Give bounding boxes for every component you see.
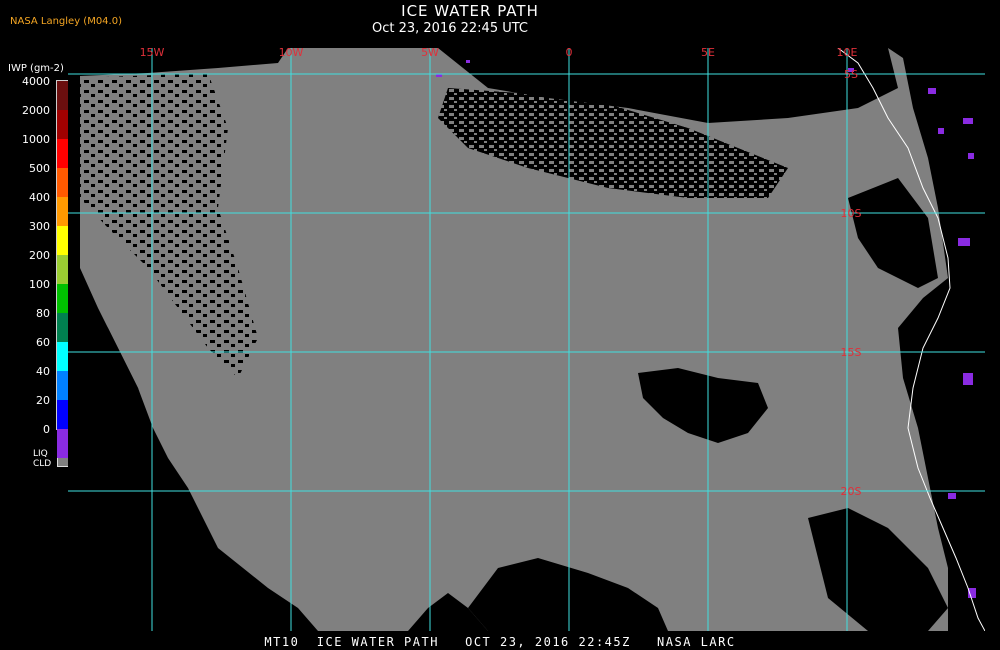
lon-label-5E: 5E (701, 48, 715, 59)
legend-label-1000: 1000 (22, 133, 50, 146)
lon-label-10E: 10E (837, 48, 858, 59)
legend-label-4000: 4000 (22, 75, 50, 88)
lon-label-10W: 10W (279, 48, 304, 59)
legend-label-200: 200 (29, 249, 50, 262)
lat-label-15S: 15S (841, 346, 862, 359)
legend-label-100: 100 (29, 278, 50, 291)
legend-label-20: 20 (36, 394, 50, 407)
ice-water-path-map: 15W 10W 5W 0 5E 10E 5S 10S 15S 20S (68, 48, 985, 631)
lon-label-5W: 5W (421, 48, 439, 59)
legend-label-300: 300 (29, 220, 50, 233)
legend-label-40: 40 (36, 365, 50, 378)
legend-label-400: 400 (29, 191, 50, 204)
african-coast-land (948, 48, 985, 631)
footer-caption: MT10 ICE WATER PATH OCT 23, 2016 22:45Z … (264, 635, 736, 649)
lat-label-5S: 5S (844, 68, 858, 81)
liq-label: LIQ (33, 449, 48, 459)
lon-label-0: 0 (566, 48, 573, 59)
legend-label-2000: 2000 (22, 104, 50, 117)
cld-label: CLD (33, 459, 52, 469)
map-title: ICE WATER PATH (401, 2, 539, 20)
legend-label-60: 60 (36, 336, 50, 349)
lat-label-10S: 10S (841, 207, 862, 220)
legend-label-500: 500 (29, 162, 50, 175)
credit-label: NASA Langley (M04.0) (10, 16, 122, 27)
legend-label-0: 0 (43, 423, 50, 436)
legend-label-80: 80 (36, 307, 50, 320)
lat-label-20S: 20S (841, 485, 862, 498)
map-subtitle: Oct 23, 2016 22:45 UTC (372, 21, 528, 36)
legend-unit: IWP (gm-2) (8, 63, 64, 74)
lon-label-15W: 15W (140, 48, 165, 59)
